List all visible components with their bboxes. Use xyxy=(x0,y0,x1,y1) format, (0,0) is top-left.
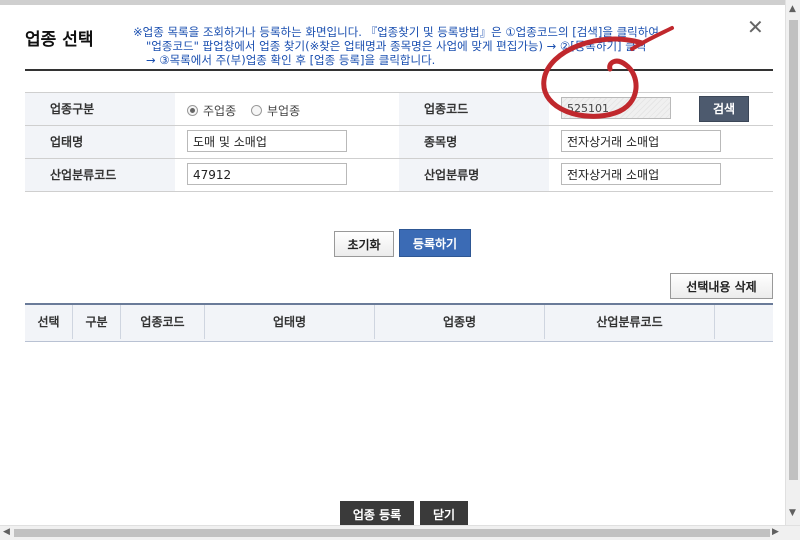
arrow-down-icon[interactable]: ▼ xyxy=(789,508,796,518)
industrial-code-value: 47912 xyxy=(175,159,399,191)
business-type-input[interactable]: 도매 및 소매업 xyxy=(187,130,347,152)
horizontal-scroll-thumb[interactable] xyxy=(14,529,770,537)
form-row-1: 업종구분 주업종 부업종 업종코드 525101 검색 xyxy=(25,93,773,126)
business-type-value: 도매 및 소매업 xyxy=(175,126,399,158)
industry-type-label: 업종구분 xyxy=(25,93,175,125)
industry-form: 업종구분 주업종 부업종 업종코드 525101 검색 업태명 도매 및 소매업 xyxy=(25,92,773,192)
industrial-code-label: 산업분류코드 xyxy=(25,159,175,191)
col-industrial-code[interactable]: 산업분류코드 xyxy=(545,305,715,339)
industry-code-field: 525101 xyxy=(561,97,671,119)
form-row-2: 업태명 도매 및 소매업 종목명 전자상거래 소매업 xyxy=(25,126,773,159)
arrow-up-icon[interactable]: ▲ xyxy=(789,4,796,14)
industrial-name-input[interactable]: 전자상거래 소매업 xyxy=(561,163,721,185)
vertical-scroll-thumb[interactable] xyxy=(789,20,798,480)
radio-sub-label: 부업종 xyxy=(267,104,301,118)
col-business-type[interactable]: 업태명 xyxy=(205,305,375,339)
industry-list-header: 선택 구분 업종코드 업태명 업종명 산업분류코드 xyxy=(25,303,773,342)
delete-selected-button[interactable]: 선택내용 삭제 xyxy=(670,273,773,299)
col-select[interactable]: 선택 xyxy=(25,305,73,339)
instruction-notice: ※업종 목록을 조회하거나 등록하는 화면입니다. 『업종찾기 및 등록방법』은… xyxy=(133,25,743,67)
form-row-3: 산업분류코드 47912 산업분류명 전자상거래 소매업 xyxy=(25,159,773,192)
notice-line-2: "업종코드" 팝업창에서 업종 찾기(※찾은 업태명과 종목명은 사업에 맞게 … xyxy=(146,39,647,53)
item-name-label: 종목명 xyxy=(399,126,549,158)
col-extra xyxy=(715,305,773,339)
radio-main-label: 주업종 xyxy=(203,104,237,118)
horizontal-scrollbar[interactable]: ◀ ▶ xyxy=(0,525,800,540)
search-button[interactable]: 검색 xyxy=(699,96,749,122)
col-industry-code[interactable]: 업종코드 xyxy=(121,305,205,339)
arrow-right-icon[interactable]: ▶ xyxy=(772,527,779,537)
item-name-input[interactable]: 전자상거래 소매업 xyxy=(561,130,721,152)
industrial-code-input[interactable]: 47912 xyxy=(187,163,347,185)
business-type-label: 업태명 xyxy=(25,126,175,158)
item-name-value: 전자상거래 소매업 xyxy=(549,126,773,158)
industrial-name-label: 산업분류명 xyxy=(399,159,549,191)
register-button[interactable]: 등록하기 xyxy=(399,229,471,257)
arrow-left-icon[interactable]: ◀ xyxy=(3,527,10,537)
close-icon[interactable]: ✕ xyxy=(747,17,764,37)
industrial-name-value: 전자상거래 소매업 xyxy=(549,159,773,191)
radio-sub-industry[interactable]: 부업종 xyxy=(251,102,300,119)
col-type[interactable]: 구분 xyxy=(73,305,121,339)
col-item-name[interactable]: 업종명 xyxy=(375,305,545,339)
radio-sub-dot[interactable] xyxy=(251,105,262,116)
radio-main-industry[interactable]: 주업종 xyxy=(187,102,236,119)
notice-line-3: → ③목록에서 주(부)업종 확인 후 [업종 등록]을 클릭합니다. xyxy=(146,53,436,67)
title-divider xyxy=(25,69,773,71)
vertical-scrollbar[interactable]: ▲ ▼ xyxy=(785,0,800,525)
notice-line-1: ※업종 목록을 조회하거나 등록하는 화면입니다. 『업종찾기 및 등록방법』은… xyxy=(133,25,659,39)
reset-button[interactable]: 초기화 xyxy=(334,231,394,257)
dialog-title: 업종 선택 xyxy=(25,30,94,50)
radio-main-dot[interactable] xyxy=(187,105,198,116)
industry-code-value: 525101 검색 xyxy=(549,93,773,125)
industry-select-dialog: 업종 선택 ※업종 목록을 조회하거나 등록하는 화면입니다. 『업종찾기 및 … xyxy=(0,5,785,529)
industry-type-value: 주업종 부업종 xyxy=(175,93,399,125)
industry-code-label: 업종코드 xyxy=(399,93,549,125)
